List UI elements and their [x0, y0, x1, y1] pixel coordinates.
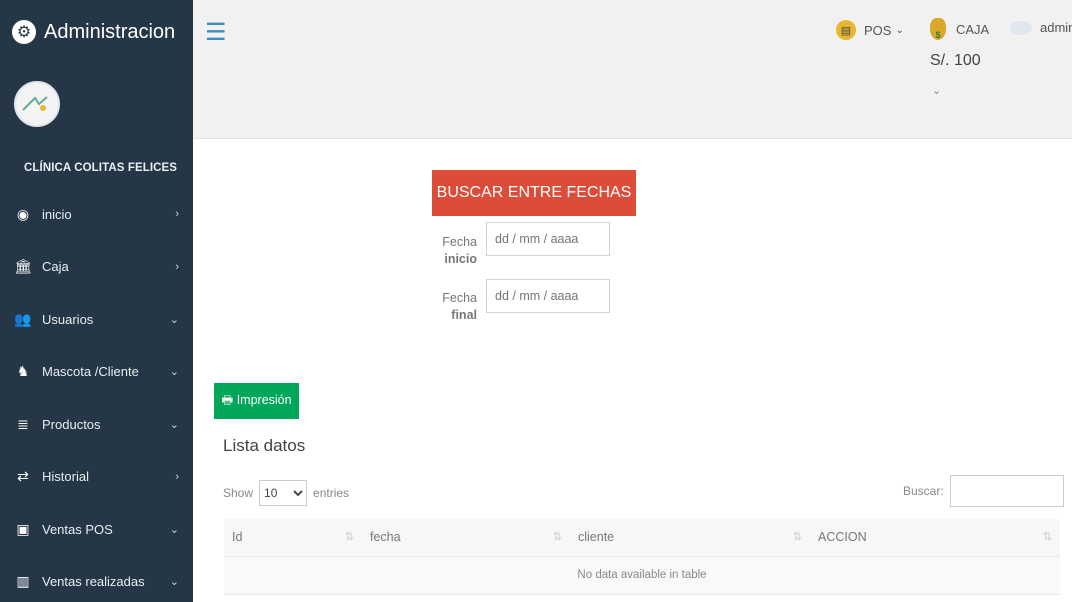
column-header-id[interactable]: Id ⇅: [224, 519, 362, 557]
sidebar-item-label: Usuarios: [42, 311, 94, 327]
column-label: fecha: [370, 530, 401, 545]
sidebar-item-label: Ventas realizadas: [42, 574, 145, 590]
caja-amount: S/. 100: [930, 52, 981, 69]
bar-chart-icon: ▥: [16, 573, 30, 590]
column-header-accion[interactable]: ACCION ⇅: [810, 519, 1060, 557]
table-header-row: Id ⇅ fecha ⇅ cliente ⇅ ACCION ⇅: [224, 519, 1060, 557]
clinic-logo-icon: [22, 96, 48, 111]
print-button[interactable]: 🖶 Impresión: [214, 383, 299, 419]
page-size-control: Show 10 entries: [223, 480, 349, 506]
show-label: Show: [223, 486, 254, 500]
table-search: Buscar:: [903, 475, 1064, 507]
start-date-label-line2: inicio: [444, 252, 477, 266]
chevron-right-icon: ›: [175, 208, 179, 221]
user-avatar-icon: [1010, 20, 1032, 35]
print-icon: 🖶: [221, 392, 234, 407]
retweet-icon: ⇄: [17, 468, 29, 485]
gear-icon: ⚙: [12, 20, 36, 44]
end-date-label-line1: Fecha: [442, 291, 477, 305]
users-icon: 👥: [14, 310, 32, 327]
list-title: Lista datos: [223, 436, 306, 455]
chevron-right-icon: ›: [175, 260, 179, 273]
brand-title: Administracion: [44, 20, 176, 43]
entries-label: entries: [313, 486, 350, 500]
chevron-down-icon: ⌄: [169, 576, 179, 589]
sidebar-item-label: inicio: [42, 206, 72, 222]
pos-terminal-icon: ▤: [836, 20, 856, 40]
sort-icon: ⇅: [1042, 531, 1052, 543]
end-date-label-line2: final: [451, 308, 477, 322]
dashboard-icon: ◉: [16, 205, 30, 222]
search-between-dates-button[interactable]: BUSCAR ENTRE FECHAS: [432, 170, 636, 216]
data-table: Id ⇅ fecha ⇅ cliente ⇅ ACCION ⇅ No data …: [224, 519, 1060, 595]
pos-label: POS: [864, 22, 892, 38]
sidebar-menu: ◉ inicio › 🏛 Caja › 👥 Usuarios ⌄ ♞ Masco…: [0, 188, 193, 602]
start-date-label: Fecha inicio: [431, 234, 477, 268]
sidebar-item-historial[interactable]: ⇄ Historial ›: [0, 451, 193, 504]
table-row: No data available in table: [224, 556, 1060, 595]
database-icon: ≣: [17, 415, 29, 432]
column-label: Id: [232, 530, 243, 545]
sidebar-item-label: Productos: [42, 416, 101, 432]
main-content: BUSCAR ENTRE FECHAS Fecha inicio Fecha f…: [193, 140, 1072, 602]
caja-label: CAJA: [956, 21, 990, 37]
user-menu[interactable]: admin: [1010, 20, 1072, 35]
end-date-label: Fecha final: [431, 290, 477, 324]
column-header-cliente[interactable]: cliente ⇅: [570, 519, 810, 557]
brand[interactable]: ⚙ Administracion: [0, 0, 193, 64]
sidebar-item-usuarios[interactable]: 👥 Usuarios ⌄: [0, 293, 193, 346]
clinic-name: CLÍNICA COLITAS FELICES: [24, 162, 178, 174]
money-icon: ▣: [16, 520, 30, 537]
print-button-label: Impresión: [236, 392, 292, 407]
sort-icon: ⇅: [552, 531, 562, 543]
sidebar: ⚙ Administracion CLÍNICA COLITAS FELICES…: [0, 0, 193, 602]
end-date-input[interactable]: [486, 279, 610, 313]
start-date-label-line1: Fecha: [442, 235, 477, 249]
chevron-down-icon: ⌄: [169, 418, 179, 431]
caja-menu[interactable]: $ CAJA S/. 100 ⌄: [930, 18, 989, 97]
column-header-fecha[interactable]: fecha ⇅: [362, 519, 570, 557]
sidebar-item-label: Ventas POS: [42, 521, 113, 537]
sidebar-item-label: Caja: [42, 259, 69, 275]
pos-menu[interactable]: ▤ POS ⌄: [836, 20, 904, 40]
chevron-down-icon: ⌄: [169, 366, 179, 379]
search-label: Buscar:: [903, 484, 944, 498]
sidebar-item-caja[interactable]: 🏛 Caja ›: [0, 241, 193, 294]
sidebar-item-inicio[interactable]: ◉ inicio ›: [0, 188, 193, 241]
sidebar-item-productos[interactable]: ≣ Productos ⌄: [0, 398, 193, 451]
pet-client-icon: ♞: [16, 363, 30, 380]
chevron-down-icon: ⌄: [169, 523, 179, 536]
column-label: cliente: [578, 530, 615, 545]
money-bag-icon: $: [930, 18, 946, 40]
sort-icon: ⇅: [792, 531, 802, 543]
sidebar-item-mascota-cliente[interactable]: ♞ Mascota /Cliente ⌄: [0, 346, 193, 399]
avatar: [14, 81, 60, 127]
topbar: ☰ ▤ POS ⌄ $ CAJA S/. 100 ⌄ admin: [193, 0, 1072, 139]
sidebar-item-ventas-realizadas[interactable]: ▥ Ventas realizadas ⌄: [0, 556, 193, 602]
sidebar-item-ventas-pos[interactable]: ▣ Ventas POS ⌄: [0, 503, 193, 556]
bank-icon: 🏛: [14, 258, 32, 275]
empty-table-message: No data available in table: [224, 556, 1060, 595]
page-size-select[interactable]: 10: [259, 480, 308, 506]
sidebar-item-label: Mascota /Cliente: [42, 364, 139, 380]
sidebar-item-label: Historial: [42, 469, 89, 485]
menu-toggle-icon[interactable]: ☰: [205, 18, 227, 47]
chevron-down-icon: ⌄: [932, 85, 942, 97]
chevron-right-icon: ›: [175, 470, 179, 483]
user-panel: [0, 64, 193, 144]
start-date-input[interactable]: [486, 222, 610, 256]
chevron-down-icon: ⌄: [895, 24, 904, 36]
chevron-down-icon: ⌄: [169, 313, 179, 326]
admin-label: admin: [1040, 20, 1072, 35]
sort-asc-icon: ⇅: [344, 531, 354, 543]
search-input[interactable]: [949, 475, 1064, 507]
column-label: ACCION: [818, 530, 867, 545]
